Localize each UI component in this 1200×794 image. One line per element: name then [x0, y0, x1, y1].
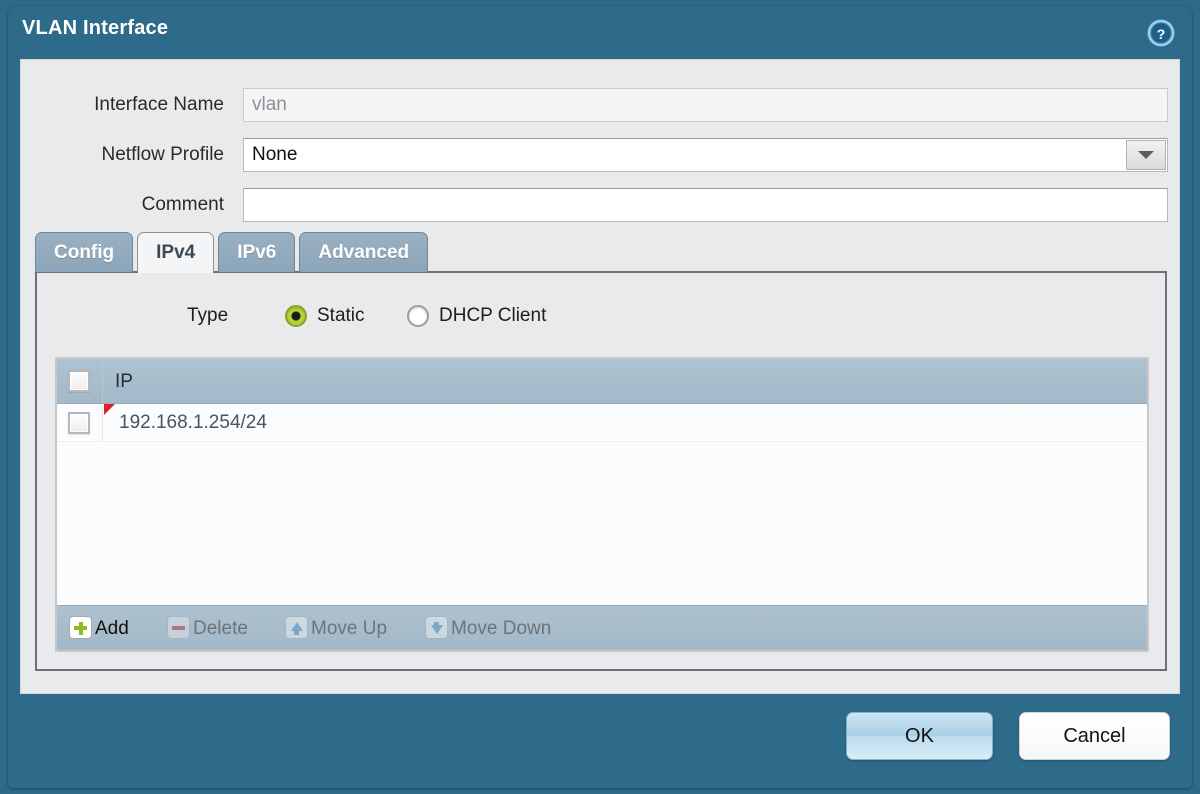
tab-ipv4[interactable]: IPv4	[137, 232, 214, 272]
label-netflow-profile: Netflow Profile	[21, 138, 234, 172]
vlan-interface-dialog: VLAN Interface ? Interface Name vlan Net…	[8, 6, 1192, 788]
form-row-interface-name: Interface Name vlan	[21, 88, 1179, 122]
row-select-checkbox[interactable]	[68, 412, 90, 434]
interface-name-input[interactable]: vlan	[243, 88, 1168, 122]
form-row-netflow-profile: Netflow Profile None	[21, 138, 1179, 172]
label-interface-name: Interface Name	[21, 88, 234, 122]
table-header-row: IP	[57, 359, 1147, 404]
ip-address-table: IP 192.168.1.254/24 Add Delete	[55, 357, 1149, 652]
dialog-content-panel: Interface Name vlan Netflow Profile None…	[20, 59, 1180, 694]
row-select-cell[interactable]	[57, 404, 103, 441]
dialog-title: VLAN Interface	[22, 17, 168, 40]
help-circle-icon[interactable]: ?	[1146, 18, 1176, 48]
move-up-button[interactable]: Move Up	[285, 606, 387, 651]
arrow-down-icon	[425, 616, 448, 639]
svg-text:?: ?	[1157, 26, 1166, 42]
add-button[interactable]: Add	[69, 606, 129, 651]
netflow-profile-value: None	[252, 144, 297, 165]
type-selector-row: Type Static DHCP Client	[37, 299, 1165, 333]
arrow-up-icon	[285, 616, 308, 639]
form-row-comment: Comment	[21, 188, 1179, 222]
tab-advanced[interactable]: Advanced	[299, 232, 428, 272]
dialog-titlebar: VLAN Interface ?	[8, 6, 1192, 59]
table-row[interactable]: 192.168.1.254/24	[57, 404, 1147, 442]
move-down-button-label: Move Down	[451, 618, 551, 639]
radio-dhcp-client-label: DHCP Client	[439, 299, 546, 333]
modified-marker-icon	[104, 404, 115, 415]
netflow-profile-select[interactable]: None	[243, 138, 1168, 172]
radio-static-label: Static	[317, 299, 365, 333]
tabstrip: Config IPv4 IPv6 Advanced	[35, 232, 432, 272]
delete-button-label: Delete	[193, 618, 248, 639]
dialog-footer: OK Cancel	[8, 694, 1192, 788]
tab-config[interactable]: Config	[35, 232, 133, 272]
delete-button[interactable]: Delete	[167, 606, 248, 651]
ipv4-tab-panel: Type Static DHCP Client IP	[35, 271, 1167, 671]
chevron-down-icon[interactable]	[1126, 140, 1166, 170]
table-toolbar: Add Delete Move Up Move Down	[57, 605, 1147, 650]
chevron-down-glyph	[1138, 151, 1154, 159]
move-up-button-label: Move Up	[311, 618, 387, 639]
comment-input[interactable]	[243, 188, 1168, 222]
column-header-ip: IP	[115, 359, 133, 404]
active-tab-seam	[138, 270, 213, 273]
label-type: Type	[187, 299, 228, 333]
ok-button[interactable]: OK	[846, 712, 993, 760]
cancel-button[interactable]: Cancel	[1019, 712, 1170, 760]
plus-icon	[69, 616, 92, 639]
move-down-button[interactable]: Move Down	[425, 606, 551, 651]
select-all-cell[interactable]	[57, 359, 103, 403]
label-comment: Comment	[21, 188, 234, 222]
tab-ipv6[interactable]: IPv6	[218, 232, 295, 272]
radio-static-dot	[285, 305, 307, 327]
select-all-checkbox[interactable]	[68, 370, 90, 392]
cell-ip: 192.168.1.254/24	[119, 404, 267, 442]
minus-icon	[167, 616, 190, 639]
radio-dhcp-client-dot	[407, 305, 429, 327]
add-button-label: Add	[95, 618, 129, 639]
